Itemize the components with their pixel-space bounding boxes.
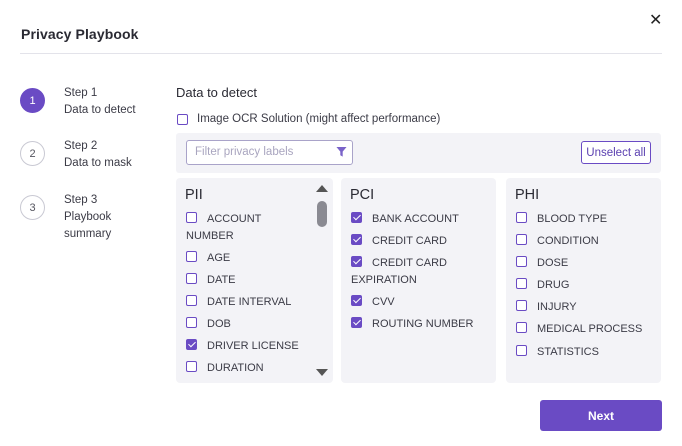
item-label: DATE INTERVAL [207, 296, 292, 308]
list-item[interactable]: INJURY [516, 299, 577, 316]
checkbox[interactable] [186, 273, 197, 284]
list-item[interactable]: DATE INTERVAL [186, 294, 291, 311]
checkbox[interactable] [516, 212, 527, 223]
checkbox[interactable] [186, 295, 197, 306]
list-item[interactable]: CREDIT CARD EXPIRATION [351, 255, 461, 289]
step-2-number: 2 [20, 141, 45, 166]
item-label: DRUG [537, 279, 570, 291]
checkbox[interactable] [186, 361, 197, 372]
item-label: ROUTING NUMBER [372, 318, 474, 330]
list-item[interactable]: CONDITION [516, 233, 599, 250]
privacy-playbook-dialog: Privacy Playbook ✕ 1 Step 1 Data to dete… [0, 0, 682, 446]
checkbox[interactable] [516, 322, 527, 333]
item-label: DATE [207, 274, 236, 286]
list-item[interactable]: CREDIT CARD [351, 233, 447, 250]
item-label: DRIVER LICENSE [207, 340, 299, 352]
pci-title: PCI [350, 187, 375, 203]
phi-panel: PHI BLOOD TYPE CONDITION DOSE DRUG INJUR… [506, 178, 661, 383]
unselect-all-button[interactable]: Unselect all [581, 141, 651, 164]
item-label: ACCOUNT NUMBER [186, 213, 262, 242]
step-2-desc: Data to mask [64, 157, 132, 169]
ocr-checkbox[interactable] [177, 113, 188, 125]
checkbox[interactable] [351, 256, 362, 267]
item-label: CVV [372, 296, 395, 308]
scrollbar-thumb[interactable] [317, 201, 327, 227]
item-label: CREDIT CARD [372, 235, 447, 247]
scroll-down-arrow-icon[interactable] [316, 369, 328, 376]
item-label: CREDIT CARD EXPIRATION [351, 257, 447, 286]
item-label: CONDITION [537, 235, 599, 247]
item-label: MEDICAL PROCESS [537, 323, 643, 335]
pii-title: PII [185, 187, 203, 203]
checkbox[interactable] [186, 317, 197, 328]
filter-input[interactable]: Filter privacy labels [186, 140, 353, 165]
header-divider [20, 53, 662, 54]
checkbox[interactable] [186, 339, 197, 350]
step-3-desc: Playbook summary [64, 211, 112, 240]
item-label: DOSE [537, 257, 569, 269]
checkbox[interactable] [516, 345, 527, 356]
checkbox[interactable] [516, 256, 527, 267]
step-2-label: Step 2 [64, 140, 98, 152]
item-label: BLOOD TYPE [537, 213, 608, 225]
step-3-number: 3 [20, 195, 45, 220]
close-icon[interactable]: ✕ [649, 13, 662, 29]
step-1-desc: Data to detect [64, 104, 136, 116]
filter-bar: Filter privacy labels Unselect all [176, 133, 661, 173]
step-1-label: Step 1 [64, 87, 98, 99]
checkbox[interactable] [516, 234, 527, 245]
step-1[interactable]: 1 Step 1 Data to detect [20, 87, 136, 119]
scroll-up-arrow-icon[interactable] [316, 185, 328, 192]
step-3-label: Step 3 [64, 194, 98, 206]
dialog-title: Privacy Playbook [21, 26, 139, 42]
step-3[interactable]: 3 Step 3 Playbook summary [20, 194, 124, 243]
list-item[interactable]: ACCOUNT NUMBER [186, 211, 306, 245]
list-item[interactable]: DOB [186, 316, 231, 333]
item-label: INJURY [537, 301, 577, 313]
item-label: AGE [207, 252, 231, 264]
list-item[interactable]: STATISTICS [516, 344, 599, 361]
list-item[interactable]: AGE [186, 250, 230, 267]
list-item[interactable]: DOSE [516, 255, 568, 272]
list-item[interactable]: DURATION [186, 360, 264, 377]
checkbox[interactable] [351, 295, 362, 306]
step-2[interactable]: 2 Step 2 Data to mask [20, 140, 132, 172]
item-label: DOB [207, 318, 231, 330]
ocr-label: Image OCR Solution (might affect perform… [197, 113, 441, 125]
step-1-number: 1 [20, 88, 45, 113]
phi-title: PHI [515, 187, 540, 203]
list-item[interactable]: DRUG [516, 277, 569, 294]
list-item[interactable]: CVV [351, 294, 395, 311]
checkbox[interactable] [516, 300, 527, 311]
checkbox[interactable] [351, 212, 362, 223]
item-label: BANK ACCOUNT [372, 213, 459, 225]
section-title: Data to detect [176, 85, 257, 100]
checkbox[interactable] [186, 212, 197, 223]
next-button[interactable]: Next [540, 400, 662, 431]
list-item[interactable]: MEDICAL PROCESS [516, 321, 642, 338]
checkbox[interactable] [351, 317, 362, 328]
ocr-option[interactable]: Image OCR Solution (might affect perform… [177, 113, 440, 125]
filter-icon[interactable] [336, 146, 347, 158]
list-item[interactable]: BLOOD TYPE [516, 211, 607, 228]
list-item[interactable]: DRIVER LICENSE [186, 338, 299, 355]
item-label: STATISTICS [537, 346, 599, 358]
list-item[interactable]: ROUTING NUMBER [351, 316, 473, 333]
checkbox[interactable] [351, 234, 362, 245]
list-item[interactable]: BANK ACCOUNT [351, 211, 459, 228]
checkbox[interactable] [516, 278, 527, 289]
pii-panel: PII ACCOUNT NUMBER AGE DATE DATE INTERVA… [176, 178, 333, 383]
list-item[interactable]: DATE [186, 272, 236, 289]
checkbox[interactable] [186, 251, 197, 262]
item-label: DURATION [207, 362, 264, 374]
pci-panel: PCI BANK ACCOUNT CREDIT CARD CREDIT CARD… [341, 178, 496, 383]
